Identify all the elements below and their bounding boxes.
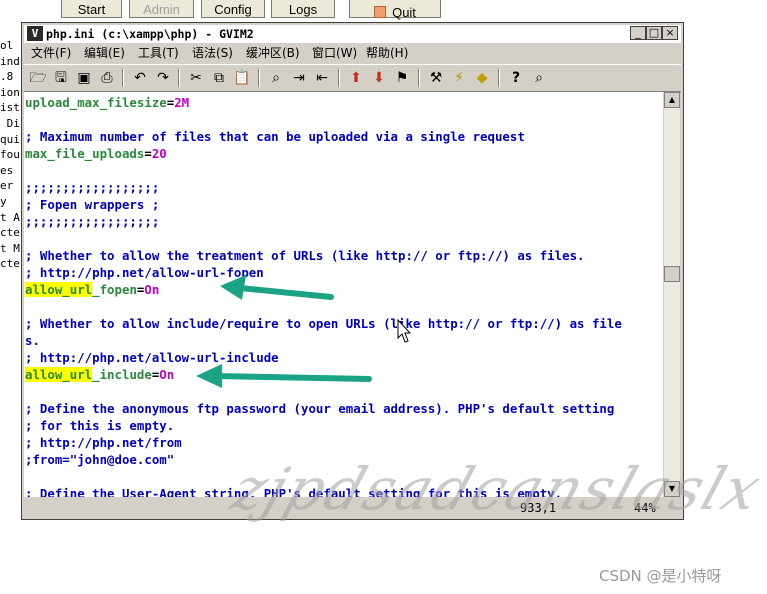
editor-line: ; Define the anonymous ftp password (you…	[25, 401, 615, 416]
quit-icon	[374, 6, 387, 18]
text-editor-area[interactable]: upload_max_filesize=2M ; Maximum number o…	[24, 92, 663, 497]
shell-icon[interactable]: ⚡	[449, 68, 469, 88]
open-icon[interactable]: 🗁	[28, 68, 48, 88]
find-replace-icon[interactable]: ⌕	[266, 68, 286, 88]
setting-value: 20	[151, 146, 167, 161]
setting-key: upload_max_filesize	[25, 95, 167, 110]
save-icon[interactable]: 🖫	[51, 68, 71, 88]
editor-line: upload_max_filesize=2M	[25, 95, 190, 110]
setting-value: 2M	[174, 95, 190, 110]
editor-line: allow_url_include=On	[25, 367, 175, 382]
close-button[interactable]: ×	[662, 26, 678, 40]
xampp-button-bar: Start Admin Config Logs Quit	[0, 0, 767, 22]
cursor-position: 933,1	[520, 501, 557, 515]
gvim-window: V php.ini (c:\xampp\php) - GVIM2 _ □ × 文…	[21, 22, 684, 520]
xampp-quit-button[interactable]: Quit	[349, 0, 441, 20]
editor-line: ; Whether to allow include/require to op…	[25, 316, 622, 331]
minimize-button[interactable]: _	[630, 26, 646, 40]
editor-line: s.	[25, 333, 40, 348]
editor-line: ;from="john@doe.com"	[25, 452, 175, 467]
load-session-icon[interactable]: ⬆	[346, 68, 366, 88]
setting-key: max_file_uploads	[25, 146, 145, 161]
search-highlight: allow_url	[25, 282, 93, 297]
menu-help[interactable]: 帮助(H)	[366, 44, 408, 63]
find-tag-icon[interactable]: ◆	[472, 68, 492, 88]
find-help-icon[interactable]: ⌕	[529, 68, 549, 88]
copy-icon[interactable]: ⧉	[209, 68, 229, 88]
menu-window[interactable]: 窗口(W)	[312, 44, 357, 63]
save-session-icon[interactable]: ⬇	[369, 68, 389, 88]
editor-line: ;;;;;;;;;;;;;;;;;;	[25, 214, 160, 229]
scroll-down-arrow-icon[interactable]: ▼	[664, 481, 680, 497]
find-prev-icon[interactable]: ⇤	[312, 68, 332, 88]
menu-tools[interactable]: 工具(T)	[138, 44, 179, 63]
editor-line: ; Whether to allow the treatment of URLs…	[25, 248, 585, 263]
setting-key: _include	[92, 367, 152, 382]
setting-value: On	[159, 367, 175, 382]
editor-line: ; Maximum number of files that can be up…	[25, 129, 525, 144]
editor-line: ; http://php.net/allow-url-include	[25, 350, 279, 365]
editor-line: allow_url_fopen=On	[25, 282, 160, 297]
vertical-scrollbar[interactable]: ▲ ▼	[664, 92, 680, 497]
xampp-config-button[interactable]: Config	[201, 0, 265, 18]
title-bar[interactable]: V php.ini (c:\xampp\php) - GVIM2 _ □ ×	[24, 25, 681, 43]
menu-file[interactable]: 文件(F)	[31, 44, 71, 63]
editor-line: ;;;;;;;;;;;;;;;;;;	[25, 180, 160, 195]
xampp-start-button[interactable]: Start	[61, 0, 122, 18]
editor-line: ; Fopen wrappers ;	[25, 197, 160, 212]
help-icon[interactable]: ?	[506, 68, 526, 88]
editor-line: ; http://php.net/allow-url-fopen	[25, 265, 264, 280]
editor-line: ; Define the User-Agent string. PHP's de…	[25, 486, 563, 497]
print-icon[interactable]: ⎙	[97, 68, 117, 88]
vim-app-icon[interactable]: V	[27, 26, 43, 41]
maximize-button[interactable]: □	[646, 26, 662, 40]
find-next-icon[interactable]: ⇥	[289, 68, 309, 88]
window-title: php.ini (c:\xampp\php) - GVIM2	[46, 27, 254, 41]
setting-key: _fopen	[92, 282, 137, 297]
toolbar: 🗁 🖫 ▣ ⎙ ↶ ↷ ✂ ⧉ 📋 ⌕ ⇥ ⇤ ⬆ ⬇ ⚑ ⚒ ⚡ ◆ ? ⌕	[24, 64, 681, 92]
menu-syntax[interactable]: 语法(S)	[192, 44, 233, 63]
search-highlight: allow_url	[25, 367, 93, 382]
xampp-admin-button: Admin	[129, 0, 194, 18]
scrollbar-thumb[interactable]	[664, 266, 680, 282]
scroll-percent: 44%	[634, 501, 656, 515]
make-icon[interactable]: ⚒	[426, 68, 446, 88]
cut-icon[interactable]: ✂	[186, 68, 206, 88]
redo-icon[interactable]: ↷	[153, 68, 173, 88]
editor-line: max_file_uploads=20	[25, 146, 167, 161]
save-all-icon[interactable]: ▣	[74, 68, 94, 88]
menu-edit[interactable]: 编辑(E)	[84, 44, 125, 63]
run-script-icon[interactable]: ⚑	[392, 68, 412, 88]
menu-bar: 文件(F) 编辑(E) 工具(T) 语法(S) 缓冲区(B) 窗口(W) 帮助(…	[24, 44, 681, 63]
editor-line: ; for this is empty.	[25, 418, 175, 433]
editor-line: ; http://php.net/from	[25, 435, 182, 450]
xampp-logs-button[interactable]: Logs	[271, 0, 335, 18]
setting-value: On	[144, 282, 160, 297]
undo-icon[interactable]: ↶	[130, 68, 150, 88]
scroll-up-arrow-icon[interactable]: ▲	[664, 92, 680, 108]
menu-buffers[interactable]: 缓冲区(B)	[246, 44, 300, 63]
paste-icon[interactable]: 📋	[232, 68, 252, 88]
status-bar: 933,1 44%	[24, 498, 681, 518]
csdn-watermark: CSDN @是小特呀	[599, 567, 722, 585]
